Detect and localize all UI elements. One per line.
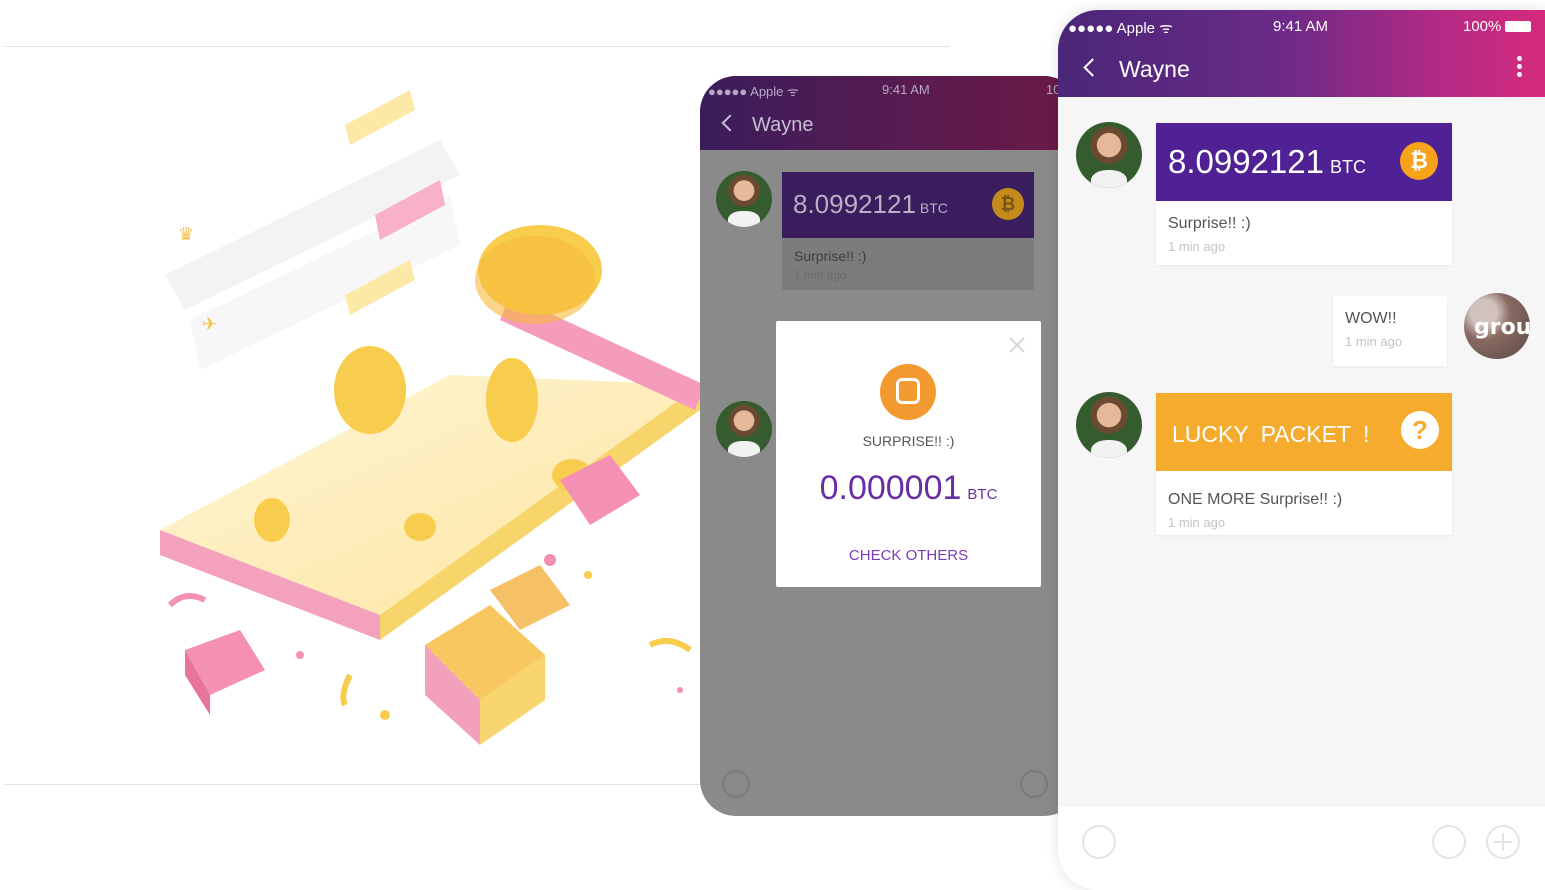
clock: 9:41 AM <box>1273 18 1329 35</box>
back-chevron-icon[interactable] <box>1083 58 1102 77</box>
message-time: 1 min ago <box>794 268 847 282</box>
avatar[interactable]: grou <box>1464 293 1530 359</box>
plus-icon[interactable] <box>1486 825 1520 859</box>
emoji-icon[interactable] <box>722 770 750 798</box>
clock: 9:41 AM <box>882 82 930 97</box>
avatar-text: grou <box>1474 315 1530 340</box>
back-chevron-icon[interactable] <box>721 114 739 132</box>
reply-message-card[interactable]: WOW!! 1 min ago <box>1333 296 1447 366</box>
svg-text:♛: ♛ <box>178 224 194 245</box>
battery-icon <box>1505 21 1532 32</box>
message-text: ONE MORE Surprise!! :) <box>1168 491 1343 508</box>
mic-icon[interactable] <box>1020 770 1048 798</box>
popup-amount: 0.000001 BTC <box>819 469 998 507</box>
btc-message-card[interactable]: 8.0992121 BTC ₿ Surprise!! :) 1 min ago <box>782 172 1034 290</box>
message-text: Surprise!! :) <box>794 248 867 264</box>
battery-label: 100% <box>1463 18 1532 35</box>
chat-header: ●●●●● Apple ᯤ 9:41 AM 10 Wayne <box>700 76 1080 150</box>
contact-name: Wayne <box>752 114 814 136</box>
foreground-phone: ●●●●● Apple ᯤ 9:41 AM 100% Wayne 8.09921… <box>1058 10 1545 890</box>
message-time: 1 min ago <box>1168 239 1226 254</box>
lucky-packet-card[interactable]: LUCKY PACKET ! ? ONE MORE Surprise!! :) … <box>1156 393 1452 535</box>
help-icon[interactable]: ? <box>1401 411 1439 449</box>
check-others-link[interactable]: CHECK OTHERS <box>776 547 1041 564</box>
avatar[interactable] <box>716 401 772 457</box>
emoji-icon[interactable] <box>1082 825 1116 859</box>
btc-amount: 8.0992121 BTC <box>793 189 948 219</box>
mic-icon[interactable] <box>1432 825 1466 859</box>
avatar[interactable] <box>1076 392 1142 458</box>
contact-name: Wayne <box>1119 56 1190 82</box>
message-text: Surprise!! :) <box>1168 215 1251 232</box>
red-packet-icon <box>880 364 936 420</box>
close-icon[interactable] <box>1009 337 1025 353</box>
message-text: WOW!! <box>1345 310 1397 327</box>
message-time: 1 min ago <box>1345 334 1403 349</box>
hero-illustration: ✈ ♛ <box>160 90 705 745</box>
btc-amount: 8.0992121 BTC <box>1168 143 1366 180</box>
more-menu-icon[interactable] <box>1517 56 1523 80</box>
bitcoin-icon: ₿ <box>992 188 1024 220</box>
divider-top <box>5 46 950 47</box>
lucky-packet-title: LUCKY PACKET ! <box>1172 421 1370 447</box>
divider-bottom <box>5 784 705 785</box>
chat-title[interactable]: Wayne <box>721 114 814 137</box>
bitcoin-icon: ₿ <box>1400 142 1438 180</box>
avatar[interactable] <box>1076 122 1142 188</box>
message-time: 1 min ago <box>1168 515 1226 530</box>
chat-header: ●●●●● Apple ᯤ 9:41 AM 100% Wayne <box>1058 10 1545 97</box>
carrier-label: ●●●●● Apple ᯤ <box>708 84 799 99</box>
btc-message-card[interactable]: 8.0992121 BTC ₿ Surprise!! :) 1 min ago <box>1156 123 1452 265</box>
carrier-label: ●●●●● Apple ᯤ <box>1068 20 1173 37</box>
avatar[interactable] <box>716 171 772 227</box>
svg-text:✈: ✈ <box>202 314 217 335</box>
popup-label: SURPRISE!! :) <box>862 433 955 449</box>
red-packet-popup: SURPRISE!! :) 0.000001 BTC CHECK OTHERS <box>776 321 1041 587</box>
chat-title[interactable]: Wayne <box>1083 56 1190 83</box>
